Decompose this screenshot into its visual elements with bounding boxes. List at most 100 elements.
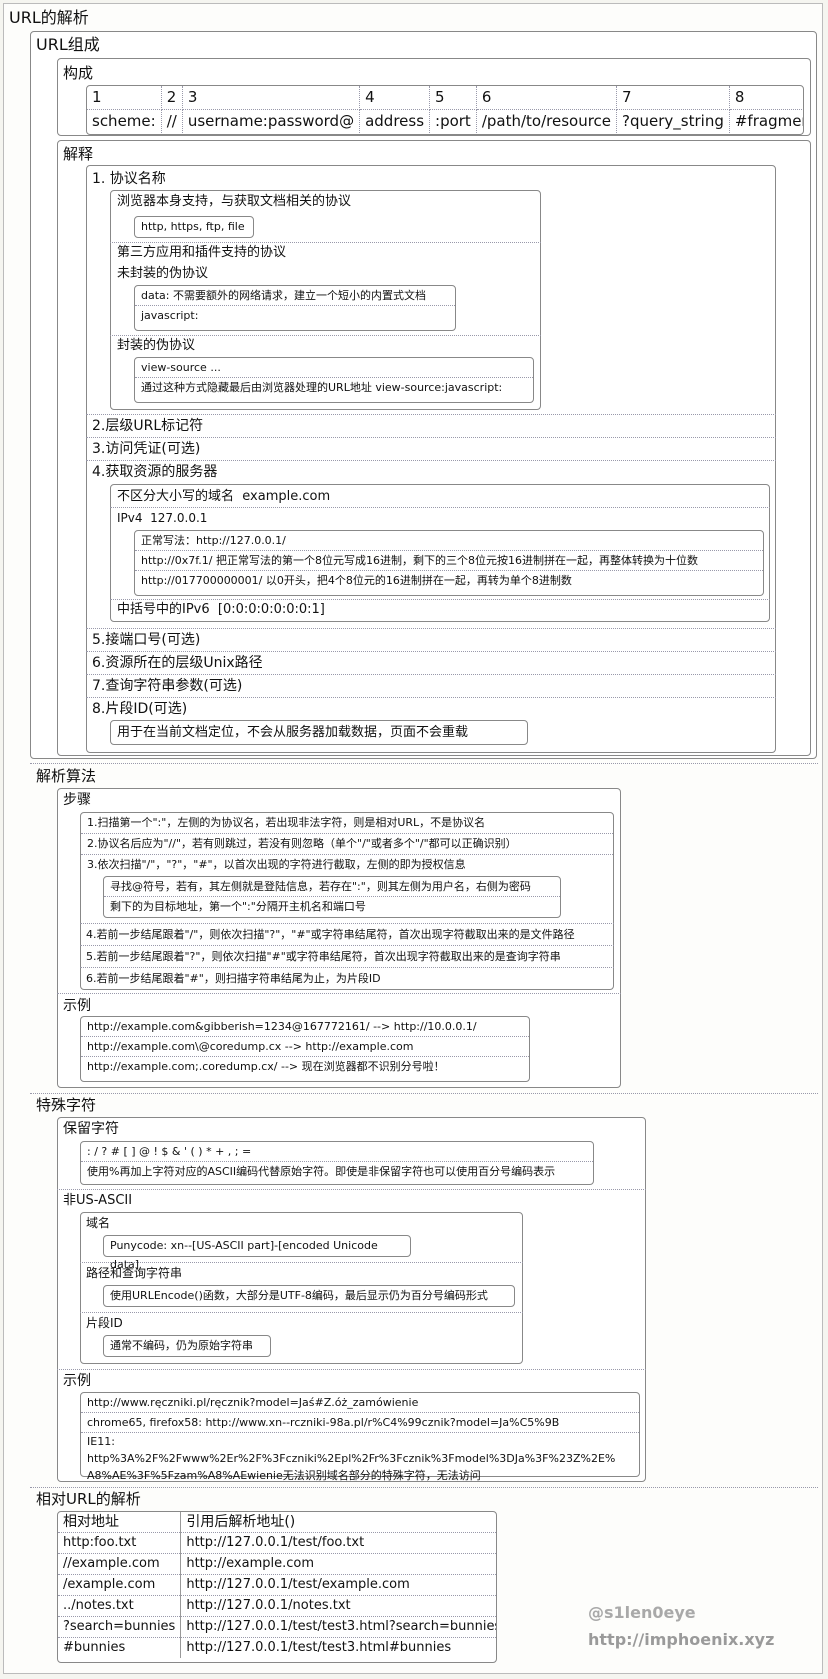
unwrapped-item: data: 不需要额外的网络请求，建立一个短小的内置式文档 [135,286,455,306]
browser-native-example-box: http, https, ftp, file [134,216,254,238]
relative-table-box: 相对地址 引用后解析地址() http:foo.txt http://127.0… [57,1511,497,1663]
step3-sub-item: 寻找@符号，若有，其左侧就是登陆信息，若存在":"，则其左侧为用户名，右侧为密码 [104,877,560,897]
ipv6-label: 中括号中的IPv6 [0:0:0:0:0:0:0:1] [117,600,325,620]
ipv6-label-text: 中括号中的IPv6 [117,602,210,617]
item3-title: 3.访问凭证(可选) [92,441,201,457]
reserved-title: 保留字符 [63,1121,119,1137]
divider [86,651,776,652]
item4-title: 4.获取资源的服务器 [92,464,218,480]
special-title: 特殊字符 [36,1096,97,1114]
header-cell: 相对地址 [58,1512,182,1533]
ipv4-label-text: IPv4 [117,511,143,525]
relative-title: 相对URL的解析 [36,1490,141,1508]
divider [30,763,818,764]
step3-sub-box: 寻找@符号，若有，其左侧就是登陆信息，若存在":"，则其左侧为用户名，右侧为密码… [103,876,561,918]
special-example: IE11: http%3A%2F%2Fwww%2Er%2F%3Fczniki%2… [87,1435,616,1465]
unwrapped-box: data: 不需要额外的网络请求，建立一个短小的内置式文档 javascript… [134,285,456,331]
ipv4-label: IPv4 127.0.0.1 [117,508,207,528]
wrapped-item: view-source ... [135,358,533,378]
ipv4-item: http://017700000001/ 以0开头，把4个8位元的16进制拼在一… [141,574,572,587]
special-examples-title: 示例 [63,1373,91,1389]
item8-title: 8.片段ID(可选) [92,701,188,717]
resolved-address: http://127.0.0.1/test/example.com [180,1574,496,1596]
unwrapped-label: 未封装的伪协议 [117,266,209,281]
part-number: 1 [87,86,162,110]
table-row: http:foo.txt http://127.0.0.1/test/foo.t… [58,1532,496,1554]
fragment-desc-box2: 通常不编码，仍为原始字符串 [103,1335,271,1357]
divider [110,507,770,508]
domain-title: 域名 [86,1216,111,1230]
divider [80,923,614,924]
resolved-address: http://127.0.0.1/test/foo.txt [180,1532,496,1554]
item2-title: 2.层级URL标记符 [92,418,204,434]
part-scheme: scheme: [87,109,162,133]
step-item: 4.若前一步结尾跟着"/"，则依次扫描"?"，"#"或字符串结尾符，首次出现字符… [86,928,575,941]
divider [57,1189,646,1190]
fragment-desc-box: 用于在当前文档定位，不会从服务器加载数据，页面不会重载 [110,720,528,745]
fragment-title: 片段ID [86,1316,123,1330]
divider [57,1369,646,1370]
ipv4-box: 正常写法：http://127.0.0.1/ http://0x7f.1/ 把正… [134,530,764,596]
divider [86,414,776,415]
resolved-address: http://127.0.0.1/test/test3.html#bunnies [186,1640,452,1655]
algorithm-example: http://example.com;.coredump.cx/ --> 现在浏… [87,1060,445,1073]
divider [86,674,776,675]
table-row: ../notes.txt http://127.0.0.1/notes.txt [58,1595,496,1617]
divider [80,967,614,968]
divider [80,1262,523,1263]
header-cell: 引用后解析地址() [180,1512,496,1533]
part-address: address [359,109,431,133]
algorithm-example: http://example.com\@coredump.cx --> http… [81,1037,529,1057]
item5-title: 5.接端口号(可选) [92,632,201,648]
url-parts-table: 1 2 3 4 5 6 7 8 scheme: // username:pass… [87,86,803,133]
resolved-address: http://127.0.0.1/test/test3.html?search=… [180,1616,496,1638]
composition-title: URL组成 [36,35,100,54]
relative-address: /example.com [58,1574,182,1596]
relative-table: 相对地址 引用后解析地址() http:foo.txt http://127.0… [58,1512,496,1658]
divider [30,1093,818,1094]
site-watermark: http://imphoenix.xyz [588,1630,775,1649]
part-number: 6 [476,86,618,110]
special-example: A8%AE%3F%5Fzam%A8%AEwienie无法识别域名部分的特殊字符，… [87,1469,481,1482]
relative-address: //example.com [58,1553,182,1575]
step-item: 3.依次扫描"/"，"?"，"#"，以首次出现的字符进行截取，左侧的即为授权信息 [87,858,466,871]
divider [86,628,776,629]
part-path: /path/to/resource [476,109,618,133]
domain-desc-box: Punycode: xn--[US-ASCII part]-[encoded U… [103,1235,411,1271]
reserved-chars: : / ? # [ ] @ ! $ & ' ( ) * + , ; = [81,1142,593,1162]
resolved-address: http://example.com [180,1553,496,1575]
structure-title: 构成 [63,64,94,82]
part-query: ?query_string [616,109,730,133]
part-number: 8 [729,86,803,110]
fragment-desc: 用于在当前文档定位，不会从服务器加载数据，页面不会重载 [117,725,469,740]
browser-native-example: http, https, ftp, file [141,220,245,233]
wrapped-box: view-source ... 通过这种方式隐藏最后由浏览器处理的URL地址 v… [134,357,534,403]
algorithm-examples-title: 示例 [63,998,91,1014]
divider [86,697,776,698]
root-title: URL的解析 [9,8,89,27]
domain-label: 不区分大小写的域名 example.com [117,487,330,507]
part-port: :port [429,109,477,133]
domain-value: example.com [242,489,331,504]
table-row: #bunnies http://127.0.0.1/test/test3.htm… [58,1637,496,1658]
relative-address: ?search=bunnies [58,1616,182,1638]
part-credentials: username:password@ [182,109,361,133]
url-parts-table-box: 1 2 3 4 5 6 7 8 scheme: // username:pass… [86,85,804,135]
algorithm-examples-box: http://example.com&gibberish=1234@167772… [80,1016,530,1082]
divider [30,1487,818,1488]
domain-label-text: 不区分大小写的域名 [117,489,235,504]
path-title: 路径和查询字符串 [86,1266,183,1280]
table-row: /example.com http://127.0.0.1/test/examp… [58,1574,496,1596]
divider [57,993,621,994]
item7-title: 7.查询字符串参数(可选) [92,678,243,694]
item1-title: 1. 协议名称 [92,171,166,187]
algorithm-title: 解析算法 [36,767,97,785]
wrapped-item: 通过这种方式隐藏最后由浏览器处理的URL地址 view-source:javas… [141,381,503,394]
step-item: 6.若前一步结尾跟着"#"，则扫描字符串结尾为止，为片段ID [86,972,381,985]
part-number: 5 [429,86,477,110]
path-desc-box: 使用URLEncode()函数，大部分是UTF-8编码，最后显示仍为百分号编码形… [103,1285,515,1307]
divider [80,1312,523,1313]
steps-title: 步骤 [63,792,91,808]
part-number: 4 [359,86,431,110]
author-watermark: @s1len0eye [588,1603,696,1622]
